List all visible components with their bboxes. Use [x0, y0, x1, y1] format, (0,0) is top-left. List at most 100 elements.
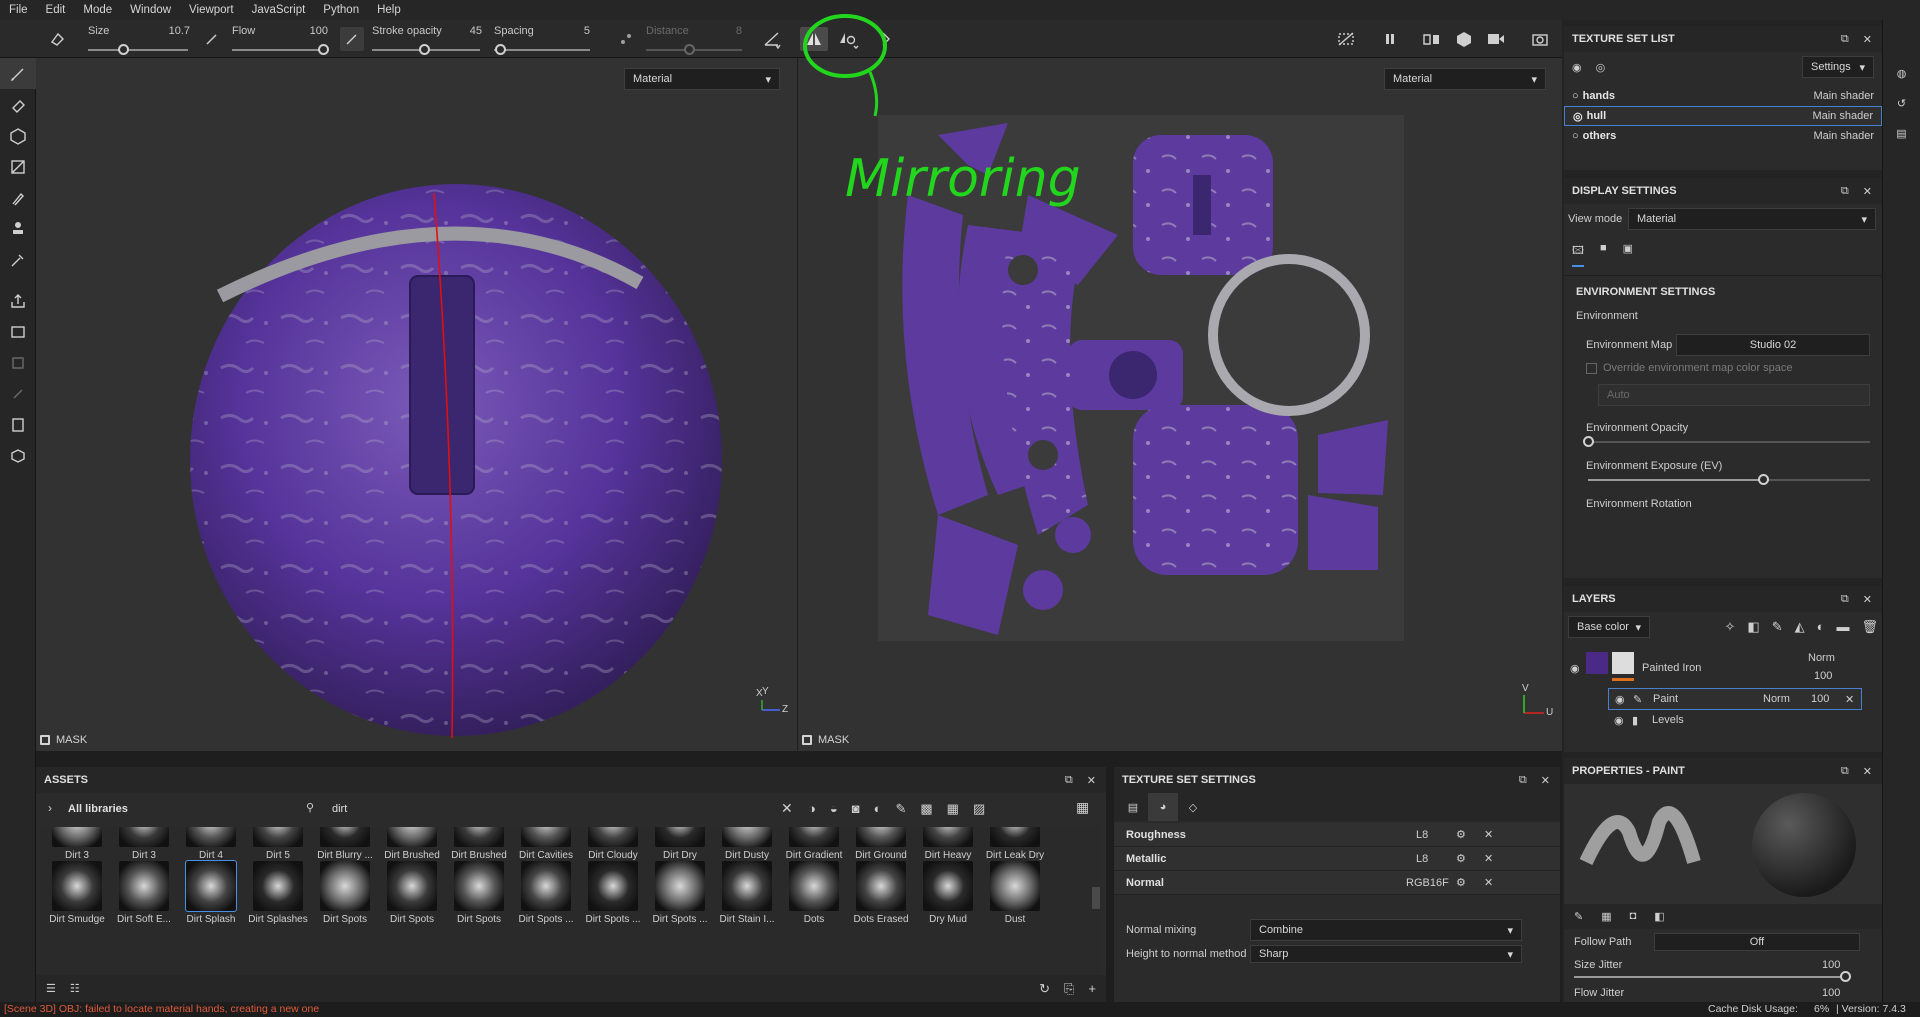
- polygon-fill-tool-icon[interactable]: [0, 151, 36, 182]
- asset-thumbnail[interactable]: [253, 861, 303, 911]
- document-tool-icon[interactable]: [0, 409, 36, 440]
- list-view-icon[interactable]: ☰: [46, 982, 56, 995]
- flow-slider-knob[interactable]: [318, 44, 329, 55]
- texture-set-item-hands[interactable]: ○ hands Main shader: [1564, 86, 1882, 106]
- asset-thumbnail[interactable]: [789, 827, 839, 847]
- smudge-tool-icon[interactable]: [0, 182, 36, 213]
- asset-thumbnail[interactable]: [923, 861, 973, 911]
- asset-thumbnail[interactable]: [722, 861, 772, 911]
- eye-icon[interactable]: ◉: [1615, 693, 1625, 706]
- effects-icon[interactable]: ✧: [1725, 619, 1736, 635]
- close-icon[interactable]: ✕: [1863, 185, 1872, 198]
- viewport-3d-mask[interactable]: MASK: [40, 734, 87, 746]
- iray-tool-icon[interactable]: [0, 347, 36, 378]
- brush-tab-icon[interactable]: ✎: [1574, 910, 1583, 923]
- eye-icon[interactable]: ◉: [1570, 662, 1580, 675]
- asset-thumbnail[interactable]: [923, 827, 973, 847]
- layer-painted-iron[interactable]: ◉ Painted Iron Norm 100: [1564, 650, 1882, 688]
- close-icon[interactable]: ✕: [1484, 876, 1493, 889]
- stroke-opacity-pen-icon[interactable]: [340, 27, 364, 51]
- size-jitter-row[interactable]: Size Jitter 100: [1564, 955, 1882, 985]
- add-smart-material-icon[interactable]: ◐: [1817, 619, 1825, 635]
- delete-layer-icon[interactable]: 🗑: [1861, 619, 1878, 635]
- import-icon[interactable]: ⎘: [1064, 981, 1074, 997]
- asset-thumbnail[interactable]: [52, 827, 102, 847]
- viewer-tab-icon[interactable]: ▣: [1623, 242, 1633, 267]
- add-fill-layer-icon[interactable]: ◭: [1795, 619, 1805, 635]
- gear-icon[interactable]: ⚙: [1456, 876, 1484, 889]
- layer-blend-mode[interactable]: Norm: [1808, 652, 1835, 664]
- eye-icon[interactable]: ◉: [1614, 714, 1624, 727]
- layer-name[interactable]: Paint: [1653, 693, 1678, 705]
- eye-icon[interactable]: ◎: [1596, 61, 1606, 74]
- layer-paint[interactable]: ◉ ✎ Paint Norm 100 ✕: [1608, 688, 1862, 710]
- pause-icon[interactable]: [1378, 27, 1402, 51]
- sphere-model[interactable]: [36, 58, 797, 751]
- lazy-mouse-icon[interactable]: [614, 27, 638, 51]
- library-name[interactable]: All libraries: [68, 803, 128, 815]
- log-icon[interactable]: ▤: [1883, 118, 1920, 148]
- export-tool-icon[interactable]: [0, 285, 36, 316]
- channel-format[interactable]: L8: [1416, 853, 1456, 865]
- float-panel-icon[interactable]: ⧉: [1841, 185, 1849, 198]
- asset-thumbnail[interactable]: [990, 827, 1040, 847]
- filter-materials-icon[interactable]: ◑: [808, 801, 816, 817]
- asset-thumbnail[interactable]: [521, 861, 571, 911]
- asset-thumbnail[interactable]: [588, 861, 638, 911]
- stencil-tab-icon[interactable]: ◘: [1630, 910, 1637, 923]
- spacing-slider-knob[interactable]: [495, 44, 506, 55]
- filter-particles-icon[interactable]: ▩: [920, 801, 932, 817]
- float-panel-icon[interactable]: ⧉: [1065, 774, 1073, 787]
- clear-search-icon[interactable]: ✕: [781, 800, 793, 817]
- gear-icon[interactable]: ⚙: [1456, 852, 1484, 865]
- menu-edit[interactable]: Edit: [37, 0, 75, 20]
- split-view-icon[interactable]: [1420, 27, 1444, 51]
- menu-python[interactable]: Python: [314, 0, 368, 20]
- viewport-3d[interactable]: Material ▾ X Y Z MASK: [36, 58, 797, 751]
- filter-brushes-icon[interactable]: ✎: [895, 801, 906, 817]
- projection-tool-icon[interactable]: [0, 120, 36, 151]
- asset-thumbnail[interactable]: [655, 861, 705, 911]
- eye-icon[interactable]: ○: [1572, 130, 1579, 142]
- asset-thumbnail[interactable]: [588, 827, 638, 847]
- asset-thumbnail[interactable]: [990, 861, 1040, 911]
- add-folder-icon[interactable]: ▬: [1836, 619, 1849, 635]
- asset-thumbnail[interactable]: [856, 827, 906, 847]
- float-panel-icon[interactable]: ⧉: [1841, 765, 1849, 778]
- environment-exposure-knob[interactable]: [1757, 474, 1769, 485]
- alpha-tab-icon[interactable]: ▦: [1601, 910, 1611, 923]
- filter-smart-materials-icon[interactable]: ◒: [830, 801, 838, 817]
- layer-opacity[interactable]: 100: [1814, 670, 1832, 682]
- menu-file[interactable]: File: [0, 0, 37, 20]
- channels-tab-icon[interactable]: ▤: [1118, 801, 1148, 814]
- environment-opacity-knob[interactable]: [1583, 436, 1594, 447]
- hide-overlay-icon[interactable]: [1334, 27, 1358, 51]
- eye-icon[interactable]: ○: [1572, 90, 1579, 102]
- size-jitter-slider[interactable]: [1574, 976, 1846, 978]
- flow-jitter-value[interactable]: 100: [1822, 987, 1840, 999]
- display-box-tool-icon[interactable]: [0, 440, 36, 471]
- channel-select[interactable]: Base color ▾: [1568, 616, 1650, 638]
- size-jitter-value[interactable]: 100: [1822, 959, 1840, 971]
- size-jitter-knob[interactable]: [1840, 971, 1851, 982]
- asset-thumbnail[interactable]: [253, 827, 303, 847]
- texture-set-settings-select[interactable]: Settings ▾: [1802, 56, 1874, 78]
- grid-view-icon[interactable]: ▦: [1076, 799, 1089, 816]
- texture-set-shader[interactable]: Main shader: [1813, 130, 1874, 142]
- close-icon[interactable]: ✕: [1087, 774, 1096, 787]
- asset-thumbnail[interactable]: [320, 861, 370, 911]
- layer-opacity[interactable]: 100: [1811, 693, 1829, 705]
- link-tool-icon[interactable]: [0, 378, 36, 409]
- menu-mode[interactable]: Mode: [74, 0, 121, 20]
- flow-value[interactable]: 100: [288, 25, 328, 37]
- close-icon[interactable]: ✕: [1484, 852, 1493, 865]
- filter-environments-icon[interactable]: ▨: [973, 801, 985, 817]
- flow-jitter-row[interactable]: Flow Jitter 100: [1564, 985, 1882, 999]
- bake-tool-icon[interactable]: [0, 316, 36, 347]
- asset-thumbnail[interactable]: [52, 861, 102, 911]
- override-color-space-row[interactable]: Override environment map color space: [1576, 362, 1870, 374]
- texture-set-shader[interactable]: Main shader: [1813, 90, 1874, 102]
- material-tab-icon[interactable]: ◧: [1654, 910, 1664, 923]
- flow-pen-icon[interactable]: [200, 27, 224, 51]
- follow-path-select[interactable]: Off: [1654, 933, 1860, 951]
